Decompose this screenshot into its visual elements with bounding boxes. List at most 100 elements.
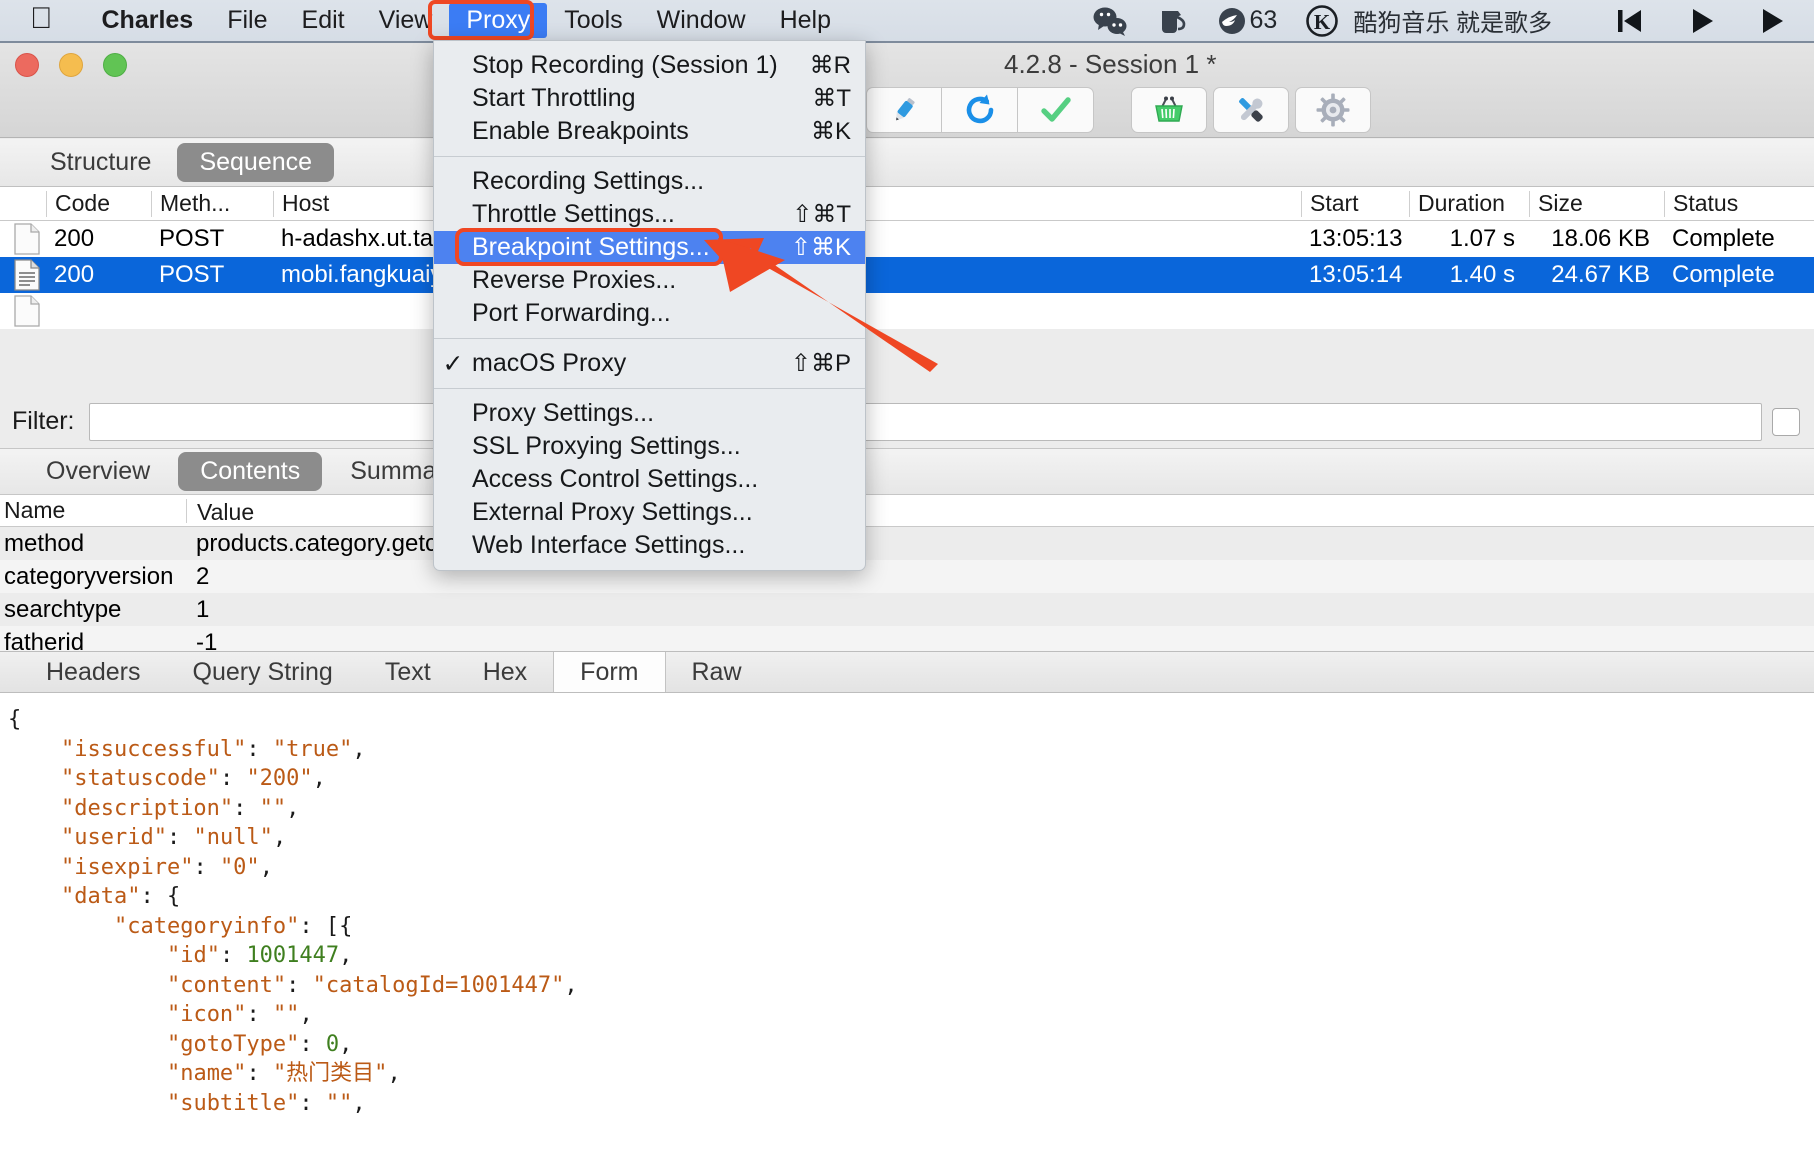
tab-raw[interactable]: Raw [666,652,768,692]
basket-button[interactable] [1131,87,1207,133]
col-status[interactable]: Status [1664,190,1814,217]
tab-contents[interactable]: Contents [178,452,323,491]
tab-hex[interactable]: Hex [457,652,553,692]
param-value: 1 [196,595,210,623]
table-row[interactable]: 200 POST mobi.fangkuaiyi.co 13:05:14 1.4… [0,257,1814,293]
k-tray-item[interactable]: K [1305,4,1339,38]
menubar-item-edit[interactable]: Edit [285,3,362,38]
tab-headers[interactable]: Headers [20,652,167,692]
tools-icon [1239,98,1263,122]
checkmark-icon: ✓ [442,349,464,378]
charles-window: 4.2.8 - Session 1 * Structure Sequence C… [0,41,1814,1154]
menu-item-ssl-proxying-settings[interactable]: SSL Proxying Settings... [434,430,865,463]
col-method[interactable]: Meth... [151,190,273,217]
wechat-icon [1093,7,1127,36]
pen-icon [896,98,915,121]
list-item[interactable]: method products.category.getca [0,527,1814,560]
menubar-item-tools[interactable]: Tools [547,3,639,38]
menubar-item-proxy[interactable]: Proxy [449,3,548,38]
settings-button[interactable] [1295,87,1371,133]
menubar-item-help[interactable]: Help [763,3,848,38]
jug-icon [1161,10,1185,33]
json-line: "issuccessful": "true", [60,736,366,762]
param-value: products.category.getca [196,529,451,557]
filter-checkbox[interactable] [1772,407,1800,436]
pen-button[interactable] [866,87,942,133]
request-table: Code Meth... Host Start Duration Size St… [0,187,1814,329]
menu-item-shortcut: ⇧⌘P [790,350,851,377]
table-row-partial[interactable] [0,293,1814,329]
refresh-button[interactable] [942,87,1018,133]
json-response-body[interactable]: { "issuccessful": "true", "statuscode": … [0,693,1814,1154]
zoom-button[interactable] [103,53,127,77]
param-name: categoryversion [4,562,174,590]
menu-item-start-throttling[interactable]: Start Throttling ⌘T [434,82,865,115]
check-button[interactable] [1018,87,1094,133]
menubar-item-window[interactable]: Window [640,3,763,38]
row-status: Complete [1672,225,1775,252]
menu-item-external-proxy-settings[interactable]: External Proxy Settings... [434,496,865,529]
param-name: searchtype [4,595,122,623]
bird-tray-item[interactable]: 63 [1216,5,1277,37]
menu-item-enable-breakpoints[interactable]: Enable Breakpoints ⌘K [434,115,865,148]
menubar-item-file[interactable]: File [210,3,284,38]
params-table-header: Name Value [0,495,1814,527]
col-size[interactable]: Size [1529,190,1664,217]
menu-item-access-control-settings[interactable]: Access Control Settings... [434,463,865,496]
row-method: POST [159,261,225,288]
body-tabs: Headers Query String Text Hex Form Raw [0,651,1814,693]
col-code[interactable]: Code [46,190,151,217]
apple-logo-icon[interactable]:  [30,3,53,38]
json-line: "icon": "", [166,1002,313,1027]
menu-item-throttle-settings[interactable]: Throttle Settings... ⇧⌘T [434,198,865,231]
tab-overview[interactable]: Overview [24,452,172,491]
menu-item-port-forwarding[interactable]: Port Forwarding... [434,297,865,330]
document-lines-icon [14,259,40,291]
json-line: "userid": "null", [60,825,287,850]
play-icon [1693,8,1713,33]
col-value[interactable]: Value [186,498,1814,525]
wechat-tray-item[interactable] [1092,6,1128,36]
filter-input[interactable] [88,402,1762,441]
menu-item-recording-settings[interactable]: Recording Settings... [434,165,865,198]
document-icon [14,295,40,327]
minimize-button[interactable] [59,53,83,77]
tab-structure[interactable]: Structure [28,143,173,182]
menu-item-web-interface-settings[interactable]: Web Interface Settings... [434,529,865,562]
menu-item-breakpoint-settings[interactable]: Breakpoint Settings... ⇧⌘K [434,231,865,264]
list-item[interactable]: searchtype 1 [0,593,1814,626]
col-name[interactable]: Name [0,497,186,524]
play-button[interactable] [1688,7,1716,35]
row-start: 13:05:13 [1309,225,1403,252]
next-track-button[interactable] [1760,7,1788,35]
tools-button[interactable] [1213,87,1289,133]
window-title: 4.2.8 - Session 1 * [1004,49,1217,79]
menu-item-macos-proxy[interactable]: ✓ macOS Proxy ⇧⌘P [434,347,865,380]
toolbar [0,87,1814,137]
jug-tray-item[interactable] [1156,5,1188,37]
k-circle-icon: K [1306,4,1339,37]
close-button[interactable] [15,53,39,77]
tab-form[interactable]: Form [553,652,666,692]
menu-item-label: Breakpoint Settings... [472,233,710,261]
menu-item-label: Port Forwarding... [472,299,671,327]
col-start[interactable]: Start [1301,190,1409,217]
table-row[interactable]: 200 POST h-adashx.ut.taobao 13:05:13 1.0… [0,221,1814,257]
col-icon[interactable] [0,191,46,217]
list-item[interactable]: categoryversion 2 [0,560,1814,593]
menubar-item-view[interactable]: View [362,3,450,38]
menu-item-proxy-settings[interactable]: Proxy Settings... [434,397,865,430]
checkmark-icon [1040,97,1071,122]
tab-sequence[interactable]: Sequence [177,143,335,182]
menubar-item-charles[interactable]: Charles [85,3,211,38]
tab-query-string[interactable]: Query String [167,652,359,692]
previous-track-button[interactable] [1614,7,1644,35]
menu-item-shortcut: ⌘K [810,118,851,145]
menu-item-label: Reverse Proxies... [472,266,677,294]
row-duration: 1.40 s [1449,261,1515,288]
menu-item-stop-recording-session-1[interactable]: Stop Recording (Session 1) ⌘R [434,49,865,82]
menu-item-reverse-proxies[interactable]: Reverse Proxies... [434,264,865,297]
col-duration[interactable]: Duration [1409,190,1529,217]
filter-bar: Filter: [0,395,1814,449]
tab-text[interactable]: Text [359,652,457,692]
